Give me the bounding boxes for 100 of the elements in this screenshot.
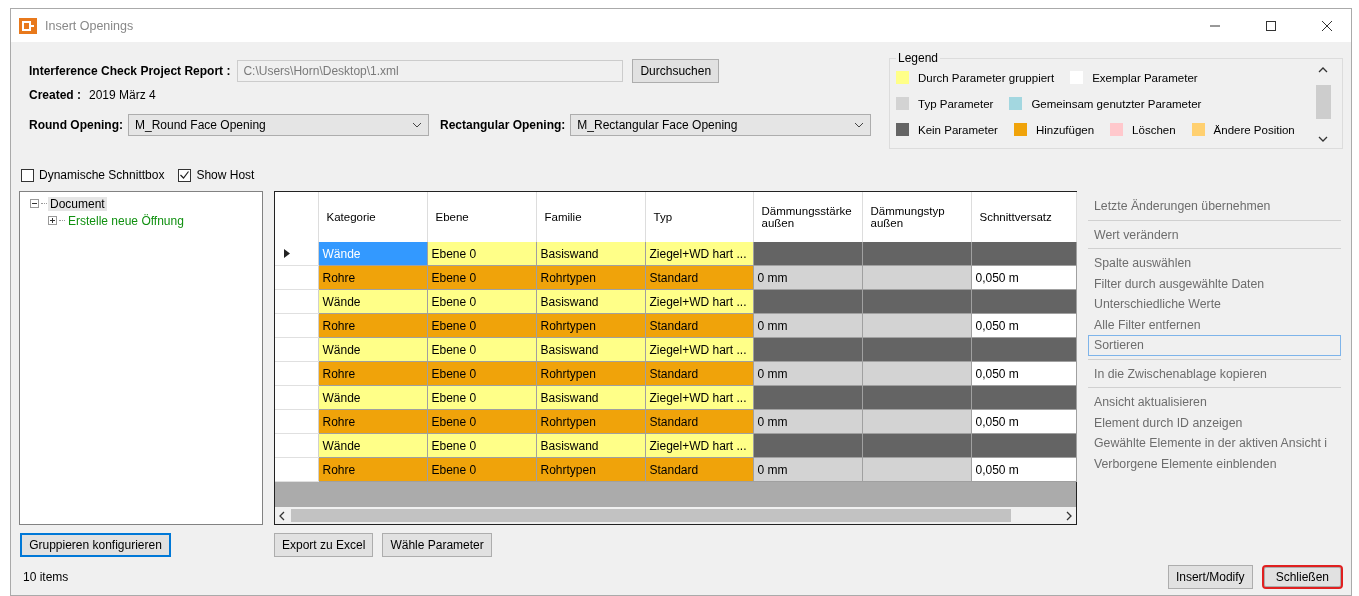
table-cell[interactable]: 0,050 m <box>971 265 1076 290</box>
dialog-button[interactable]: Insert/Modify <box>1167 565 1253 589</box>
table-action-button[interactable]: Wähle Parameter <box>382 532 492 557</box>
column-header[interactable]: Ebene <box>427 192 536 242</box>
scroll-right-icon[interactable] <box>1066 510 1072 521</box>
table-cell[interactable] <box>971 242 1076 266</box>
table-cell[interactable]: 0,050 m <box>971 361 1076 386</box>
table-cell[interactable] <box>862 265 971 290</box>
table-cell[interactable] <box>971 385 1076 410</box>
table-cell[interactable]: Ebene 0 <box>427 361 536 386</box>
table-cell[interactable]: Wände <box>318 385 427 410</box>
table-cell[interactable] <box>862 242 971 266</box>
table-cell[interactable]: Ebene 0 <box>427 409 536 434</box>
table-cell[interactable]: Rohrtypen <box>536 457 645 482</box>
tree-item[interactable]: Erstelle neue Öffnung <box>66 213 186 228</box>
table-cell[interactable]: 0,050 m <box>971 313 1076 338</box>
path-field[interactable]: C:\Users\Horn\Desktop\1.xml <box>237 60 624 82</box>
table-cell[interactable]: Basiswand <box>536 289 645 314</box>
column-header[interactable]: Dämmungsstärke außen <box>753 192 862 242</box>
table-cell[interactable]: Rohre <box>318 361 427 386</box>
table-cell[interactable]: Wände <box>318 337 427 362</box>
table-cell[interactable]: 0 mm <box>753 361 862 386</box>
table-cell[interactable]: Rohrtypen <box>536 313 645 338</box>
column-header[interactable]: Dämmungstyp außen <box>862 192 971 242</box>
table-cell[interactable]: Standard <box>645 313 753 338</box>
table-cell[interactable] <box>862 457 971 482</box>
table-cell[interactable]: Basiswand <box>536 433 645 458</box>
table-cell[interactable]: 0 mm <box>753 313 862 338</box>
table-cell[interactable]: Ebene 0 <box>427 265 536 290</box>
table-cell[interactable] <box>753 385 862 410</box>
row-header[interactable] <box>275 242 318 266</box>
column-header[interactable]: Familie <box>536 192 645 242</box>
expand-icon[interactable] <box>48 216 57 225</box>
tree-item[interactable]: Document <box>48 196 107 211</box>
table-cell[interactable]: Ziegel+WD hart ... <box>645 337 753 362</box>
table-cell[interactable] <box>971 289 1076 314</box>
table-cell[interactable]: Ebene 0 <box>427 242 536 266</box>
table-cell[interactable]: 0,050 m <box>971 457 1076 482</box>
table-cell[interactable]: Ziegel+WD hart ... <box>645 242 753 266</box>
scroll-down-icon[interactable] <box>1318 136 1328 142</box>
table-cell[interactable] <box>971 337 1076 362</box>
close-icon[interactable] <box>1321 19 1333 32</box>
table-cell[interactable]: 0,050 m <box>971 409 1076 434</box>
dialog-button[interactable]: Schließen <box>1261 565 1343 589</box>
scroll-left-icon[interactable] <box>279 510 285 521</box>
scrollbar-thumb[interactable] <box>291 509 1011 522</box>
table-cell[interactable]: Wände <box>318 433 427 458</box>
table-cell[interactable] <box>862 337 971 362</box>
table-cell[interactable] <box>753 433 862 458</box>
column-header[interactable]: Schnittversatz <box>971 192 1076 242</box>
table-cell[interactable]: 0 mm <box>753 265 862 290</box>
collapse-icon[interactable] <box>30 199 39 208</box>
group-configure-button[interactable]: Gruppieren konfigurieren <box>20 532 171 557</box>
table-action-button[interactable]: Export zu Excel <box>274 532 374 557</box>
table-cell[interactable]: Rohre <box>318 313 427 338</box>
table-cell[interactable]: 0 mm <box>753 457 862 482</box>
table-cell[interactable]: Rohrtypen <box>536 361 645 386</box>
checkbox[interactable] <box>21 168 34 182</box>
table-cell[interactable] <box>862 433 971 458</box>
browse-button[interactable]: Durchsuchen <box>632 59 720 83</box>
table-cell[interactable]: 0 mm <box>753 409 862 434</box>
checkbox[interactable] <box>178 168 192 182</box>
table-cell[interactable]: Standard <box>645 361 753 386</box>
table-cell[interactable]: Ziegel+WD hart ... <box>645 433 753 458</box>
table-cell[interactable] <box>753 289 862 314</box>
table-cell[interactable]: Standard <box>645 457 753 482</box>
table-cell[interactable]: Ebene 0 <box>427 385 536 410</box>
table-cell[interactable]: Ebene 0 <box>427 433 536 458</box>
table-cell[interactable]: Standard <box>645 265 753 290</box>
table-cell[interactable]: Rohre <box>318 457 427 482</box>
table-cell[interactable] <box>862 313 971 338</box>
column-header[interactable]: Typ <box>645 192 753 242</box>
table-cell[interactable] <box>862 289 971 314</box>
maximize-icon[interactable] <box>1265 19 1277 32</box>
table-cell[interactable] <box>862 361 971 386</box>
table-cell[interactable]: Basiswand <box>536 385 645 410</box>
table-cell[interactable] <box>753 337 862 362</box>
table-cell[interactable]: Rohrtypen <box>536 409 645 434</box>
table-cell[interactable]: Rohre <box>318 265 427 290</box>
table-cell[interactable]: Ebene 0 <box>427 457 536 482</box>
table-cell[interactable]: Basiswand <box>536 337 645 362</box>
table-cell[interactable]: Basiswand <box>536 242 645 266</box>
table-cell[interactable]: Standard <box>645 409 753 434</box>
table-cell[interactable] <box>753 242 862 266</box>
opening-dropdown[interactable]: M_Round Face Opening <box>128 114 429 136</box>
table-cell[interactable]: Ebene 0 <box>427 337 536 362</box>
table-cell[interactable]: Wände <box>318 289 427 314</box>
opening-dropdown[interactable]: M_Rectangular Face Opening <box>570 114 872 136</box>
table-cell[interactable]: Rohrtypen <box>536 265 645 290</box>
table-cell[interactable] <box>971 433 1076 458</box>
table-cell[interactable]: Rohre <box>318 409 427 434</box>
scrollbar-thumb[interactable] <box>1315 85 1331 119</box>
table-cell[interactable]: Ebene 0 <box>427 313 536 338</box>
scroll-up-icon[interactable] <box>1318 67 1328 73</box>
table-cell[interactable] <box>862 409 971 434</box>
table-cell[interactable]: Ziegel+WD hart ... <box>645 385 753 410</box>
table-cell[interactable]: Ebene 0 <box>427 289 536 314</box>
table-cell[interactable]: Ziegel+WD hart ... <box>645 289 753 314</box>
column-header[interactable]: Kategorie <box>318 192 427 242</box>
table-cell[interactable] <box>862 385 971 410</box>
